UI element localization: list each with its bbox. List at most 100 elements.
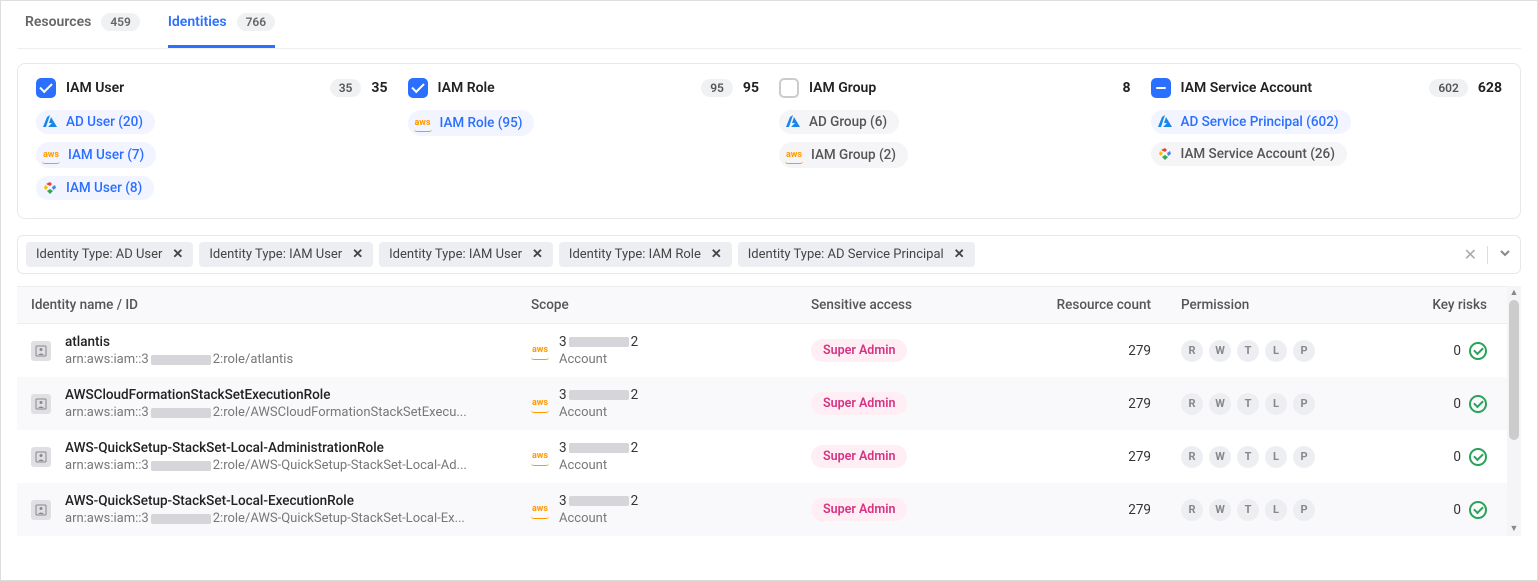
scope-id: 32 (559, 440, 638, 456)
perm-pill: T (1237, 499, 1259, 521)
chip-remove-icon[interactable]: ✕ (352, 247, 363, 262)
resource-count: 279 (1011, 396, 1181, 412)
checkbox-iam-service-account[interactable] (1151, 78, 1171, 98)
filter-gcp-iam-service-account[interactable]: IAM Service Account (26) (1151, 142, 1347, 166)
gcp-icon (42, 180, 58, 196)
risk-ok-icon (1469, 501, 1487, 519)
perm-pill: R (1181, 393, 1203, 415)
filter-aws-iam-user[interactable]: aws IAM User (7) (36, 142, 156, 168)
sensitive-badge: Super Admin (811, 498, 907, 521)
category-title: IAM Group (809, 80, 876, 96)
sensitive-badge: Super Admin (811, 445, 907, 468)
category-title: IAM User (66, 80, 124, 96)
category-iam-role: IAM Role 95 95 aws IAM Role (95) (408, 78, 760, 200)
scroll-thumb[interactable] (1509, 300, 1519, 440)
resource-count: 279 (1011, 502, 1181, 518)
identity-icon (31, 500, 51, 520)
identity-name: AWS-QuickSetup-StackSet-Local-ExecutionR… (65, 493, 465, 509)
filter-chip[interactable]: Identity Type: AD User ✕ (26, 242, 193, 267)
risk-ok-icon (1469, 395, 1487, 413)
scope-type: Account (559, 511, 638, 526)
perm-pill: R (1181, 446, 1203, 468)
table-row[interactable]: atlantis arn:aws:iam::32:role/atlantis a… (17, 324, 1521, 377)
perm-pill: R (1181, 340, 1203, 362)
tab-identities[interactable]: Identities 766 (168, 13, 275, 48)
table-row[interactable]: AWS-QuickSetup-StackSet-Local-ExecutionR… (17, 483, 1521, 536)
col-header-permission[interactable]: Permission (1181, 297, 1351, 313)
checkbox-iam-role[interactable] (408, 78, 428, 98)
identity-name: AWS-QuickSetup-StackSet-Local-Administra… (65, 440, 467, 456)
checkbox-iam-group[interactable] (779, 78, 799, 98)
col-header-resource-count[interactable]: Resource count (1011, 297, 1181, 313)
filter-ad-service-principal[interactable]: AD Service Principal (602) (1151, 110, 1351, 134)
sensitive-badge: Super Admin (811, 339, 907, 362)
aws-icon: aws (414, 114, 432, 132)
filter-chip[interactable]: Identity Type: AD Service Principal ✕ (738, 242, 975, 267)
chip-remove-icon[interactable]: ✕ (954, 247, 965, 262)
risk-ok-icon (1469, 448, 1487, 466)
perm-pill: L (1265, 393, 1287, 415)
clear-all-icon[interactable]: ✕ (1464, 245, 1477, 264)
table-body: atlantis arn:aws:iam::32:role/atlantis a… (17, 324, 1521, 536)
divider (1487, 246, 1488, 264)
checkbox-iam-user[interactable] (36, 78, 56, 98)
identity-icon (31, 341, 51, 361)
identity-icon (31, 394, 51, 414)
col-header-sensitive[interactable]: Sensitive access (811, 297, 1011, 313)
aws-icon: aws (531, 395, 549, 413)
perm-pill: P (1293, 499, 1315, 521)
risk-count: 0 (1453, 449, 1461, 465)
category-title: IAM Service Account (1181, 80, 1313, 96)
perm-pill: W (1209, 340, 1231, 362)
scope-type: Account (559, 352, 638, 367)
filter-gcp-iam-user[interactable]: IAM User (8) (36, 176, 154, 200)
identity-arn: arn:aws:iam::32:role/atlantis (65, 352, 293, 367)
tab-count: 766 (237, 13, 276, 31)
table-row[interactable]: AWS-QuickSetup-StackSet-Local-Administra… (17, 430, 1521, 483)
category-subcount: 95 (701, 79, 733, 97)
chip-remove-icon[interactable]: ✕ (532, 247, 543, 262)
tab-resources[interactable]: Resources 459 (25, 13, 140, 48)
filter-ad-user[interactable]: AD User (20) (36, 110, 155, 134)
col-header-risk[interactable]: Key risks (1351, 297, 1507, 313)
category-subcount: 602 (1429, 79, 1468, 97)
category-subcount: 35 (330, 79, 362, 97)
chip-remove-icon[interactable]: ✕ (711, 247, 722, 262)
scroll-down-icon[interactable]: ▼ (1507, 522, 1521, 536)
aws-icon: aws (42, 146, 60, 164)
perm-pill: W (1209, 393, 1231, 415)
expand-filters-icon[interactable] (1498, 246, 1512, 264)
perm-pill: L (1265, 340, 1287, 362)
table-row[interactable]: AWSCloudFormationStackSetExecutionRole a… (17, 377, 1521, 430)
col-header-name[interactable]: Identity name / ID (31, 297, 531, 313)
filter-bar: Identity Type: AD User ✕ Identity Type: … (17, 235, 1521, 274)
filter-aws-iam-group[interactable]: aws IAM Group (2) (779, 142, 908, 168)
aws-icon: aws (531, 501, 549, 519)
sensitive-badge: Super Admin (811, 392, 907, 415)
filter-ad-group[interactable]: AD Group (6) (779, 110, 899, 134)
category-iam-service-account: IAM Service Account 602 628 AD Service P… (1151, 78, 1503, 200)
filter-chip[interactable]: Identity Type: IAM User ✕ (199, 242, 373, 267)
identity-icon (31, 447, 51, 467)
chip-remove-icon[interactable]: ✕ (172, 247, 183, 262)
permission-pills: RWTLP (1181, 393, 1351, 415)
category-total: 35 (371, 80, 387, 96)
scope-id: 32 (559, 493, 638, 509)
col-header-scope[interactable]: Scope (531, 297, 811, 313)
category-iam-group: IAM Group 8 AD Group (6) aws IAM Group (… (779, 78, 1131, 200)
tab-label: Identities (168, 14, 227, 30)
category-total: 95 (743, 80, 759, 96)
risk-count: 0 (1453, 343, 1461, 359)
filter-aws-iam-role[interactable]: aws IAM Role (95) (408, 110, 535, 136)
azure-icon (785, 114, 801, 130)
resource-count: 279 (1011, 449, 1181, 465)
identity-name: atlantis (65, 334, 293, 350)
perm-pill: T (1237, 393, 1259, 415)
scrollbar[interactable]: ▲ ▼ (1507, 286, 1521, 536)
filter-chip[interactable]: Identity Type: IAM Role ✕ (559, 242, 732, 267)
aws-icon: aws (785, 146, 803, 164)
scroll-up-icon[interactable]: ▲ (1507, 286, 1521, 300)
perm-pill: L (1265, 499, 1287, 521)
permission-pills: RWTLP (1181, 446, 1351, 468)
filter-chip[interactable]: Identity Type: IAM User ✕ (379, 242, 553, 267)
